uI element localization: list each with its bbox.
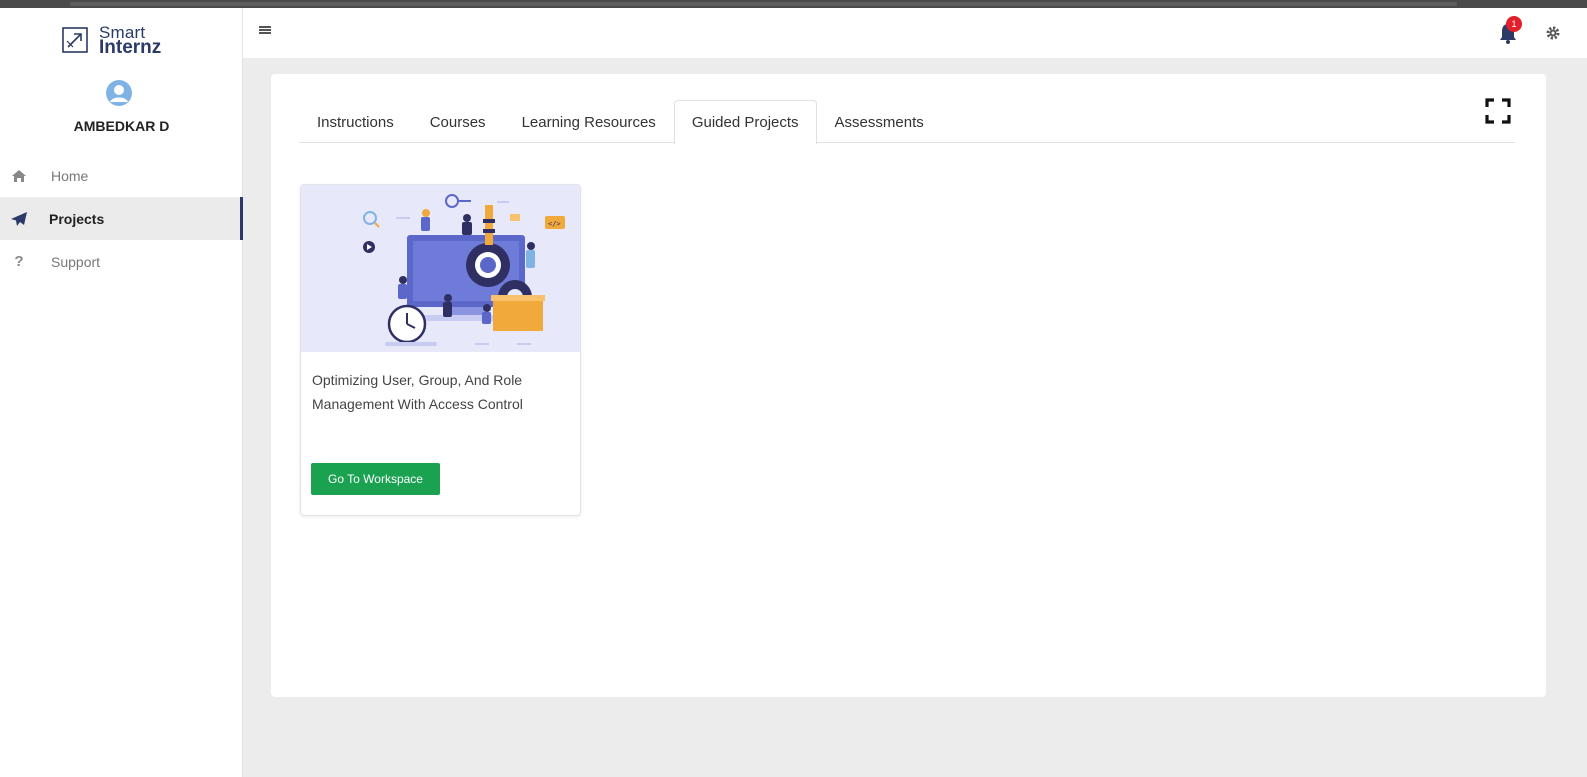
content-panel: Instructions Courses Learning Resources … [271,74,1546,697]
main-content: Instructions Courses Learning Resources … [243,58,1587,777]
gear-icon[interactable] [1545,25,1561,41]
sidebar-item-support[interactable]: ? Support [0,240,243,283]
tab-bar: Instructions Courses Learning Resources … [299,100,1515,144]
top-bar: 1 [243,8,1587,58]
smartinternz-logo-icon [62,27,88,53]
svg-text:</>: </> [548,220,561,228]
tab-guided-projects[interactable]: Guided Projects [673,100,817,144]
menu-toggle-icon[interactable] [259,23,271,37]
paper-plane-icon [9,211,29,227]
sidebar: Smart Internz AMBEDKAR D Home Projects ?… [0,8,243,777]
tab-assessments[interactable]: Assessments [817,100,942,143]
brand-name-line2: Internz [99,37,162,58]
sidebar-item-projects[interactable]: Projects [0,197,243,240]
sidebar-item-home[interactable]: Home [0,154,243,197]
window-top-strip [0,0,1587,8]
sidebar-nav: Home Projects ? Support [0,154,243,283]
sidebar-item-label: Home [51,167,89,184]
fullscreen-icon[interactable] [1485,98,1511,124]
sidebar-item-label: Support [51,253,101,270]
tab-courses[interactable]: Courses [412,100,504,143]
user-name: AMBEDKAR D [73,118,170,134]
project-card: </> Optimizing User, Group, And Role Man… [300,184,581,516]
home-icon [9,169,29,183]
question-icon: ? [14,253,24,270]
go-to-workspace-button[interactable]: Go To Workspace [311,463,440,495]
tab-instructions[interactable]: Instructions [299,100,412,143]
notification-badge: 1 [1506,16,1522,32]
brand-logo[interactable]: Smart Internz [60,20,161,60]
user-avatar-icon[interactable] [106,80,132,106]
sidebar-item-label: Projects [49,210,105,227]
tab-learning-resources[interactable]: Learning Resources [504,100,674,143]
project-illustration: </> [301,185,580,352]
project-title: Optimizing User, Group, And Role Managem… [312,372,523,412]
